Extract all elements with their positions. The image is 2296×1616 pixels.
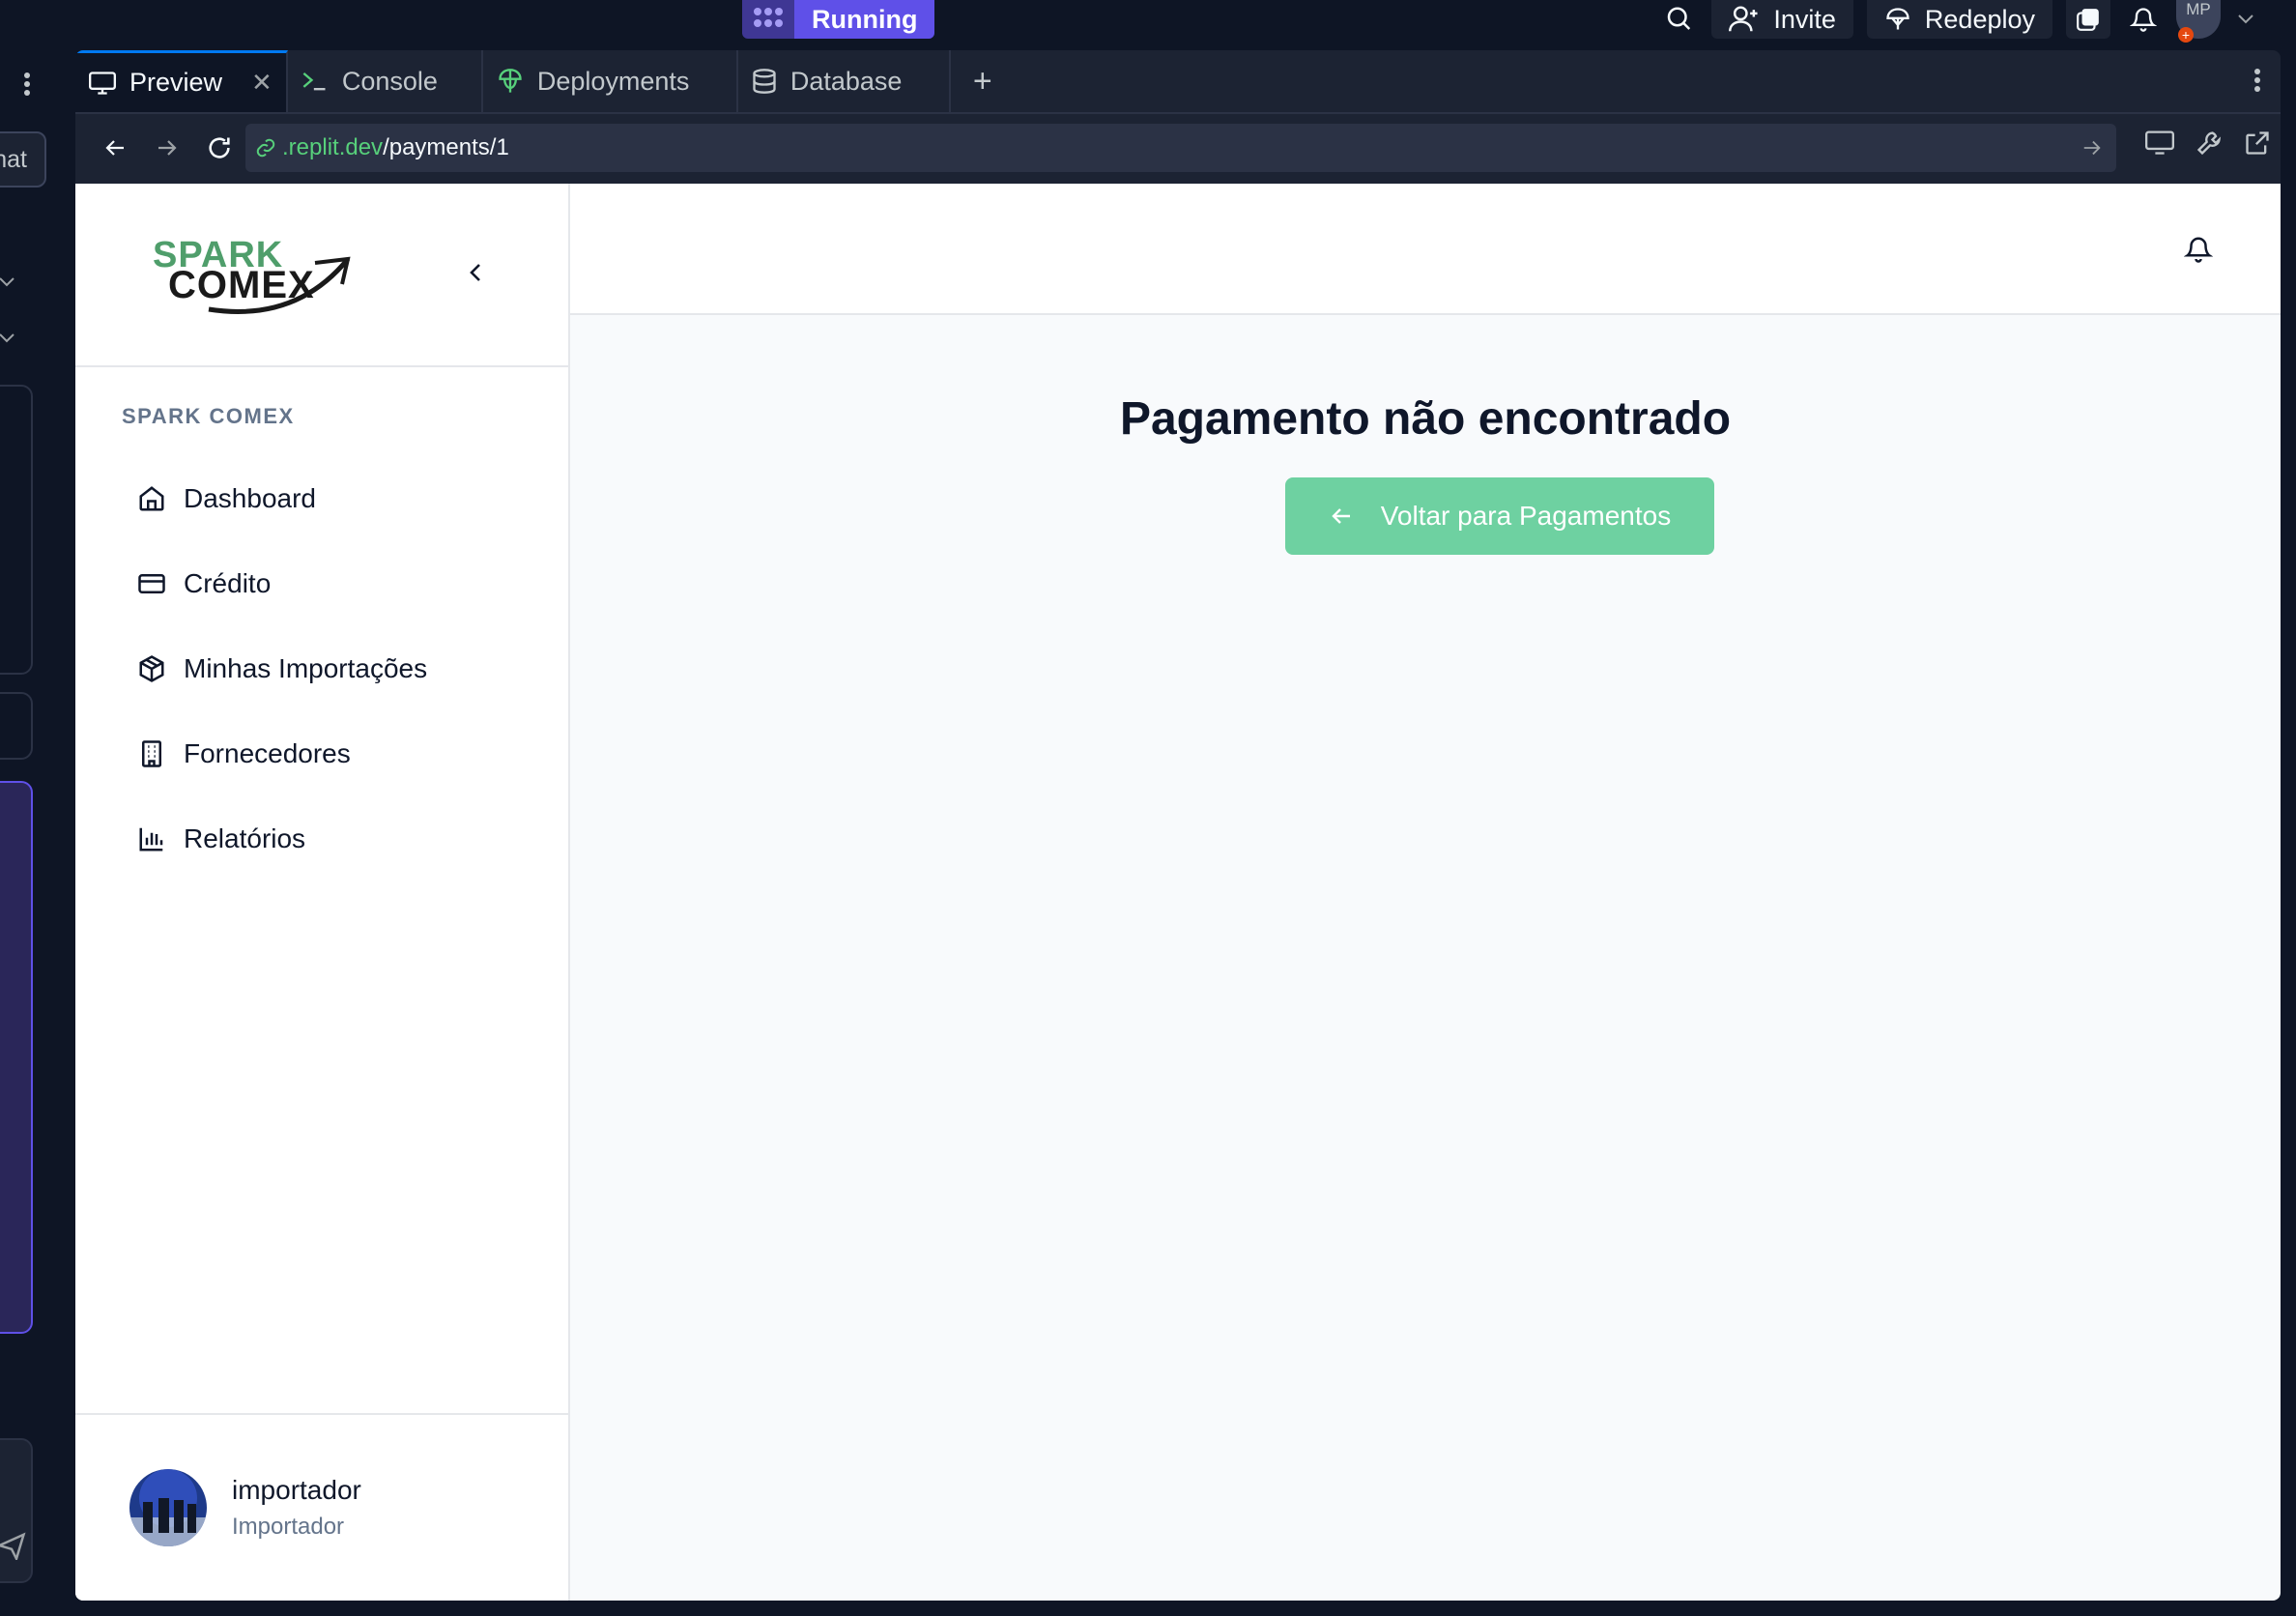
chat-card <box>0 692 33 760</box>
tab-label: Deployments <box>536 66 690 96</box>
chat-card <box>0 385 33 675</box>
forward-icon[interactable] <box>141 122 193 174</box>
invite-label: Invite <box>1773 4 1836 34</box>
sidebar-item-dashboard[interactable]: Dashboard <box>122 456 537 541</box>
copy-button[interactable] <box>2066 0 2110 39</box>
run-dots-icon[interactable] <box>742 0 794 39</box>
bar-chart-icon <box>137 824 166 853</box>
back-icon[interactable] <box>89 122 141 174</box>
user-avatar[interactable]: MP + <box>2176 0 2221 43</box>
back-button-label: Voltar para Pagamentos <box>1380 501 1672 531</box>
reload-icon[interactable] <box>193 122 245 174</box>
app-sidebar: SPARK COMEX SPARK COMEX Dashboard Crédit <box>75 184 570 1601</box>
avatar-initials: MP <box>2186 0 2211 18</box>
divider <box>75 365 570 367</box>
redeploy-label: Redeploy <box>1924 4 2035 34</box>
sidebar-item-relatorios[interactable]: Relatórios <box>122 796 537 881</box>
app-viewport: SPARK COMEX SPARK COMEX Dashboard Crédit <box>75 184 2281 1601</box>
monitor-icon <box>89 71 116 96</box>
tab-console[interactable]: Console <box>288 50 483 112</box>
arrow-left-icon <box>1329 505 1354 528</box>
terminal-icon <box>301 69 329 94</box>
wrench-icon[interactable] <box>2196 130 2223 157</box>
workspace-topbar: Running Invite Redeploy MP + <box>0 0 2296 50</box>
redeploy-button[interactable]: Redeploy <box>1866 0 2052 39</box>
tab-deployments[interactable]: Deployments <box>483 50 738 112</box>
kebab-icon[interactable] <box>2253 68 2261 93</box>
sidebar-item-importacoes[interactable]: Minhas Importações <box>122 626 537 711</box>
sidebar-item-label: Fornecedores <box>184 738 351 768</box>
chat-input[interactable] <box>0 1438 33 1583</box>
tab-bar: Preview ✕ Console Deployments Database + <box>75 50 2281 114</box>
link-icon <box>255 137 276 159</box>
globe-icon <box>497 68 524 95</box>
copy-icon <box>2076 6 2101 33</box>
close-icon[interactable]: ✕ <box>251 68 273 98</box>
arrow-right-icon[interactable] <box>2081 137 2103 159</box>
sidebar-item-label: Crédito <box>184 568 272 598</box>
avatar <box>129 1469 207 1546</box>
back-to-payments-button[interactable]: Voltar para Pagamentos <box>1285 477 1714 555</box>
home-icon <box>137 484 166 513</box>
tab-label: Preview <box>129 68 223 97</box>
plus-badge-icon: + <box>2178 27 2194 43</box>
chevron-down-icon[interactable] <box>2234 0 2257 39</box>
user-profile[interactable]: importador Importador <box>129 1469 361 1546</box>
send-icon[interactable] <box>0 1531 29 1560</box>
url-path: /payments/1 <box>383 134 509 160</box>
run-control: Running <box>742 0 935 39</box>
credit-card-icon <box>137 569 166 598</box>
url-field[interactable]: .replit.dev/payments/1 <box>245 124 2116 172</box>
user-name: importador <box>232 1475 361 1505</box>
divider <box>75 1413 570 1415</box>
not-found-title: Pagamento não encontrado <box>1119 393 1732 445</box>
tab-label: Database <box>789 66 903 96</box>
user-info: importador Importador <box>232 1475 361 1541</box>
chat-message-active <box>0 781 33 1334</box>
notifications-icon[interactable] <box>2124 0 2163 39</box>
database-icon <box>752 68 777 95</box>
tab-preview[interactable]: Preview ✕ <box>75 50 288 112</box>
left-panel-strip: hat <box>0 50 64 1616</box>
sidebar-item-label: Dashboard <box>184 483 316 513</box>
collapse-sidebar-icon[interactable] <box>468 261 483 284</box>
app-header <box>570 184 2281 315</box>
bell-icon[interactable] <box>2184 234 2213 265</box>
spark-comex-logo: SPARK COMEX <box>151 234 354 317</box>
main-content: Pagamento não encontrado Voltar para Pag… <box>570 315 2281 1601</box>
search-icon[interactable] <box>1659 0 1698 39</box>
add-user-icon <box>1729 5 1760 34</box>
preview-tools <box>2145 130 2271 157</box>
sidebar-item-label: Minhas Importações <box>184 653 428 683</box>
running-button[interactable]: Running <box>794 0 935 39</box>
chat-tab[interactable]: hat <box>0 131 46 188</box>
sidebar-section-title: SPARK COMEX <box>122 404 295 428</box>
deploy-icon <box>1884 5 1911 34</box>
address-bar: .replit.dev/payments/1 <box>75 116 2281 180</box>
kebab-icon[interactable] <box>23 72 31 97</box>
tab-database[interactable]: Database <box>738 50 951 112</box>
tab-label: Console <box>341 66 438 96</box>
sidebar-item-label: Relatórios <box>184 823 306 853</box>
chevron-down-icon[interactable] <box>0 276 15 288</box>
sidebar-item-credito[interactable]: Crédito <box>122 541 537 626</box>
chevron-down-icon[interactable] <box>0 332 15 344</box>
invite-button[interactable]: Invite <box>1711 0 1853 39</box>
sidebar-item-fornecedores[interactable]: Fornecedores <box>122 711 537 796</box>
topbar-actions: Invite Redeploy MP + <box>1659 0 2257 43</box>
url-host: .replit.dev <box>282 134 384 160</box>
building-icon <box>137 739 166 768</box>
sidebar-nav: Dashboard Crédito Minhas Importações For… <box>122 456 537 881</box>
devices-icon[interactable] <box>2145 130 2174 157</box>
user-role: Importador <box>232 1514 345 1540</box>
external-link-icon[interactable] <box>2244 130 2271 157</box>
preview-pane: Preview ✕ Console Deployments Database + <box>75 50 2281 1601</box>
package-icon <box>137 654 166 683</box>
new-tab-button[interactable]: + <box>951 50 1015 112</box>
